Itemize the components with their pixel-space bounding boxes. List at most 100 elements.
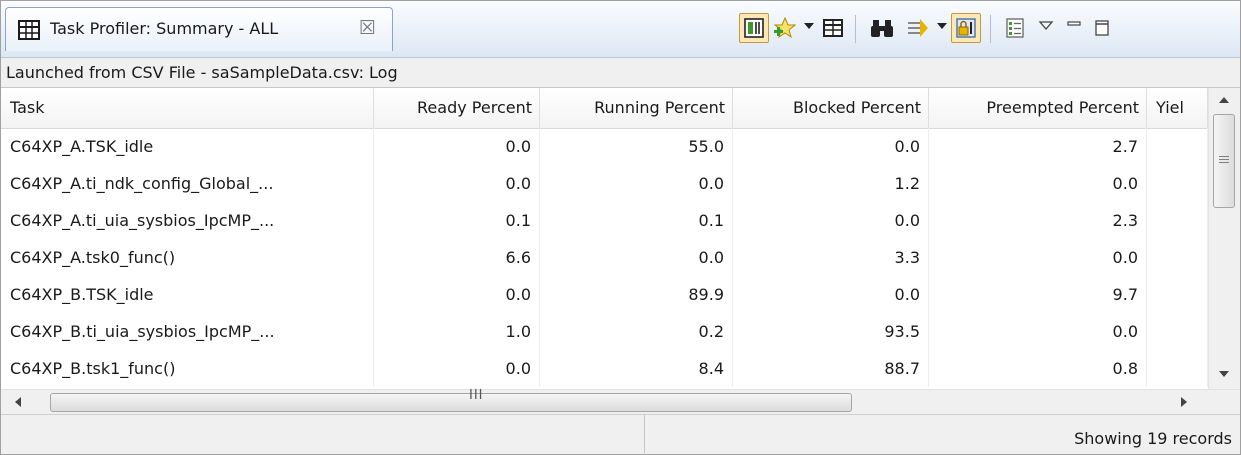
table-cell: 8.4 xyxy=(540,350,733,387)
column-header[interactable]: Task xyxy=(1,88,374,128)
add-favorite-button[interactable] xyxy=(769,13,799,43)
table-cell xyxy=(1147,202,1208,239)
table-cell xyxy=(1147,313,1208,350)
table-cell: C64XP_A.TSK_idle xyxy=(1,128,374,165)
maximize-button[interactable] xyxy=(1087,13,1117,43)
table-header: Task Ready Percent Running Percent Blocked … xyxy=(1,88,1208,129)
column-header[interactable]: Yiel xyxy=(1147,88,1208,128)
table-cell: C64XP_A.ti_ndk_config_Global_... xyxy=(1,165,374,202)
table-cell: 0.0 xyxy=(374,350,540,387)
table-cell: 1.0 xyxy=(374,313,540,350)
table-row[interactable]: C64XP_A.ti_uia_sysbios_IpcMP_... 0.1 0.1 0.… xyxy=(1,202,1208,239)
table-cell xyxy=(1147,128,1208,165)
minimize-button[interactable] xyxy=(1059,13,1089,43)
table-cell xyxy=(1147,165,1208,202)
table-cell: 2.3 xyxy=(929,202,1147,239)
list-view-icon xyxy=(1006,18,1024,38)
column-header[interactable]: Preempted Percent xyxy=(929,88,1147,128)
table-cell: 2.7 xyxy=(929,128,1147,165)
grip-line xyxy=(1219,159,1229,160)
binoculars-icon xyxy=(871,20,893,37)
table-cell: 0.0 xyxy=(374,165,540,202)
table-view-icon xyxy=(823,19,843,37)
grip-line xyxy=(1219,162,1229,163)
footer-divider xyxy=(644,415,645,455)
column-header[interactable]: Running Percent xyxy=(540,88,733,128)
table-row[interactable]: C64XP_A.TSK_idle 0.0 55.0 0.0 2.7 xyxy=(1,128,1208,165)
scroll-lock-button[interactable] xyxy=(951,13,981,43)
chevron-down-icon[interactable] xyxy=(937,23,947,29)
table-cell: 3.3 xyxy=(733,239,929,276)
scroll-right-arrow-icon[interactable] xyxy=(1181,397,1187,407)
table-cell: 1.2 xyxy=(733,165,929,202)
column-header[interactable]: Blocked Percent xyxy=(733,88,929,128)
table-row[interactable]: C64XP_B.TSK_idle 0.0 89.9 0.0 9.7 xyxy=(1,276,1208,313)
task-profiler-view: Task Profiler: Summary - ALL ☒ Launched … xyxy=(0,0,1241,455)
table-cell: C64XP_A.tsk0_func() xyxy=(1,239,374,276)
table-cell: 9.7 xyxy=(929,276,1147,313)
table-cell: 0.0 xyxy=(733,276,929,313)
filter-button[interactable] xyxy=(903,13,933,43)
table-cell: 0.0 xyxy=(540,239,733,276)
table-cell: C64XP_B.tsk1_func() xyxy=(1,350,374,387)
table-view-button[interactable] xyxy=(818,13,848,43)
table-cell: C64XP_B.ti_uia_sysbios_IpcMP_... xyxy=(1,313,374,350)
filter-arrows-icon xyxy=(908,19,928,37)
table-cell: 89.9 xyxy=(540,276,733,313)
table-row[interactable]: C64XP_A.tsk0_func() 6.6 0.0 3.3 0.0 xyxy=(1,239,1208,276)
scroll-up-arrow-icon[interactable] xyxy=(1219,97,1229,103)
table-cell xyxy=(1147,276,1208,313)
table-cell: 0.1 xyxy=(374,202,540,239)
table-row[interactable]: C64XP_B.tsk1_func() 0.0 8.4 88.7 0.8 xyxy=(1,350,1208,387)
column-header[interactable]: Ready Percent xyxy=(374,88,540,128)
horizontal-scrollbar[interactable]: III xyxy=(1,388,1240,414)
table-row[interactable]: C64XP_B.ti_uia_sysbios_IpcMP_... 1.0 0.2 93… xyxy=(1,313,1208,350)
chevron-down-icon[interactable] xyxy=(804,23,814,29)
toolbar-separator xyxy=(855,15,856,43)
table-cell: 88.7 xyxy=(733,350,929,387)
scroll-down-arrow-icon[interactable] xyxy=(1219,371,1229,377)
table-cell: 0.0 xyxy=(374,276,540,313)
star-plus-icon xyxy=(773,16,796,39)
launch-info-bar: Launched from CSV File - saSampleData.cs… xyxy=(1,57,1240,88)
maximize-icon xyxy=(1095,20,1109,36)
table-icon xyxy=(18,20,40,40)
minimize-icon xyxy=(1067,21,1081,26)
table-cell: 0.0 xyxy=(733,128,929,165)
view-menu-button[interactable] xyxy=(1031,13,1061,43)
scroll-grip: III xyxy=(469,388,484,403)
table-cell: 0.0 xyxy=(929,165,1147,202)
vertical-scrollbar[interactable] xyxy=(1208,88,1240,389)
list-view-button[interactable] xyxy=(1000,13,1030,43)
vertical-scroll-thumb[interactable] xyxy=(1213,114,1235,208)
record-count: Showing 19 records xyxy=(1074,429,1232,448)
launch-info-text: Launched from CSV File - saSampleData.cs… xyxy=(6,63,398,82)
table-cell: 0.8 xyxy=(929,350,1147,387)
table-cell: 93.5 xyxy=(733,313,929,350)
table-cell: 0.0 xyxy=(929,313,1147,350)
horizontal-scroll-thumb[interactable]: III xyxy=(50,388,852,412)
summary-table: Task Ready Percent Running Percent Blocked … xyxy=(1,88,1208,389)
table-row[interactable]: C64XP_A.ti_ndk_config_Global_... 0.0 0.0 1.… xyxy=(1,165,1208,202)
toolbar-separator xyxy=(990,15,991,43)
tab-title: Task Profiler: Summary - ALL xyxy=(50,19,279,38)
table-cell: 0.0 xyxy=(929,239,1147,276)
table-cell: 0.0 xyxy=(540,165,733,202)
table-cell: 55.0 xyxy=(540,128,733,165)
table-cell xyxy=(1147,350,1208,387)
grip-line xyxy=(1219,156,1229,157)
table-cell: 0.1 xyxy=(540,202,733,239)
table-cell xyxy=(1147,239,1208,276)
lock-scroll-icon xyxy=(956,18,976,38)
table-cell: 0.0 xyxy=(374,128,540,165)
find-button[interactable] xyxy=(867,13,897,43)
tab-task-profiler-summary[interactable]: Task Profiler: Summary - ALL ☒ xyxy=(5,7,393,51)
table-cell: 6.6 xyxy=(374,239,540,276)
group-columns-button[interactable] xyxy=(739,13,769,43)
close-icon[interactable]: ☒ xyxy=(359,17,376,39)
scroll-left-arrow-icon[interactable] xyxy=(15,397,21,407)
group-columns-icon xyxy=(744,18,764,38)
view-tab-bar: Task Profiler: Summary - ALL ☒ xyxy=(1,1,1240,57)
table-cell: 0.0 xyxy=(733,202,929,239)
table-cell: C64XP_B.TSK_idle xyxy=(1,276,374,313)
